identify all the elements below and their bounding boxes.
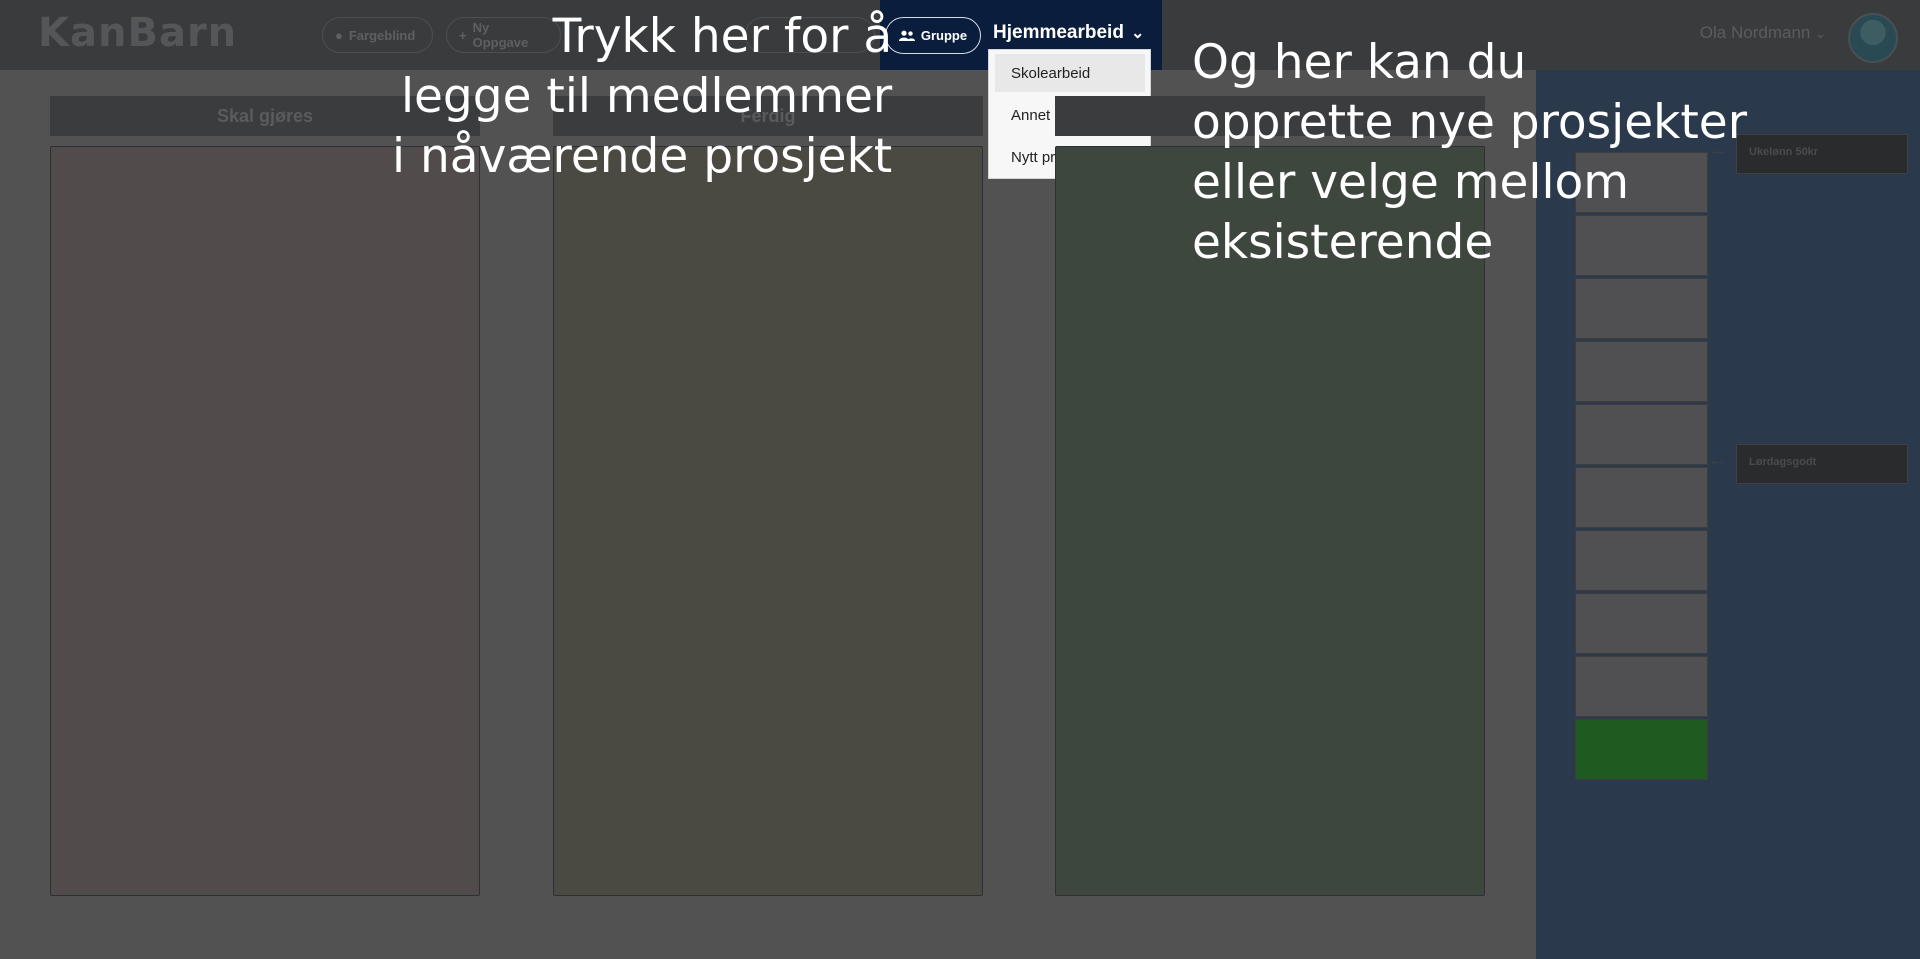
progress-segment (1575, 593, 1708, 654)
users-icon (898, 30, 915, 41)
progress-segment (1575, 341, 1708, 402)
arrow-left-icon: ← (1708, 449, 1728, 471)
reward-item[interactable]: Ukelønn 50kr (1736, 134, 1908, 174)
chevron-down-icon: ⌄ (1815, 26, 1826, 41)
project-selector[interactable]: Hjemmearbeid (993, 22, 1124, 44)
progress-segment (1575, 278, 1708, 339)
group-button[interactable]: Gruppe (885, 17, 981, 54)
progress-segment (1575, 467, 1708, 528)
tutorial-callout-group: Trykk her for å legge til medlemmer i nå… (392, 9, 893, 184)
app-logo[interactable]: KanBarn (38, 10, 237, 56)
column-done[interactable] (553, 146, 983, 896)
progress-segment (1575, 530, 1708, 591)
eye-icon: ● (335, 27, 343, 43)
tutorial-callout-projects: Og her kan du opprette nye prosjekter el… (1192, 35, 1748, 270)
progress-segment (1575, 656, 1708, 717)
column-todo[interactable] (50, 146, 480, 896)
progress-segment-done (1575, 719, 1708, 780)
group-label: Gruppe (920, 28, 968, 43)
chevron-down-icon[interactable]: ⌄ (1131, 23, 1144, 43)
dropdown-item-skolearbeid[interactable]: Skolearbeid (995, 54, 1145, 92)
progress-segment (1575, 404, 1708, 465)
reward-item[interactable]: Lørdagsgodt (1736, 444, 1908, 484)
avatar[interactable] (1848, 13, 1898, 63)
